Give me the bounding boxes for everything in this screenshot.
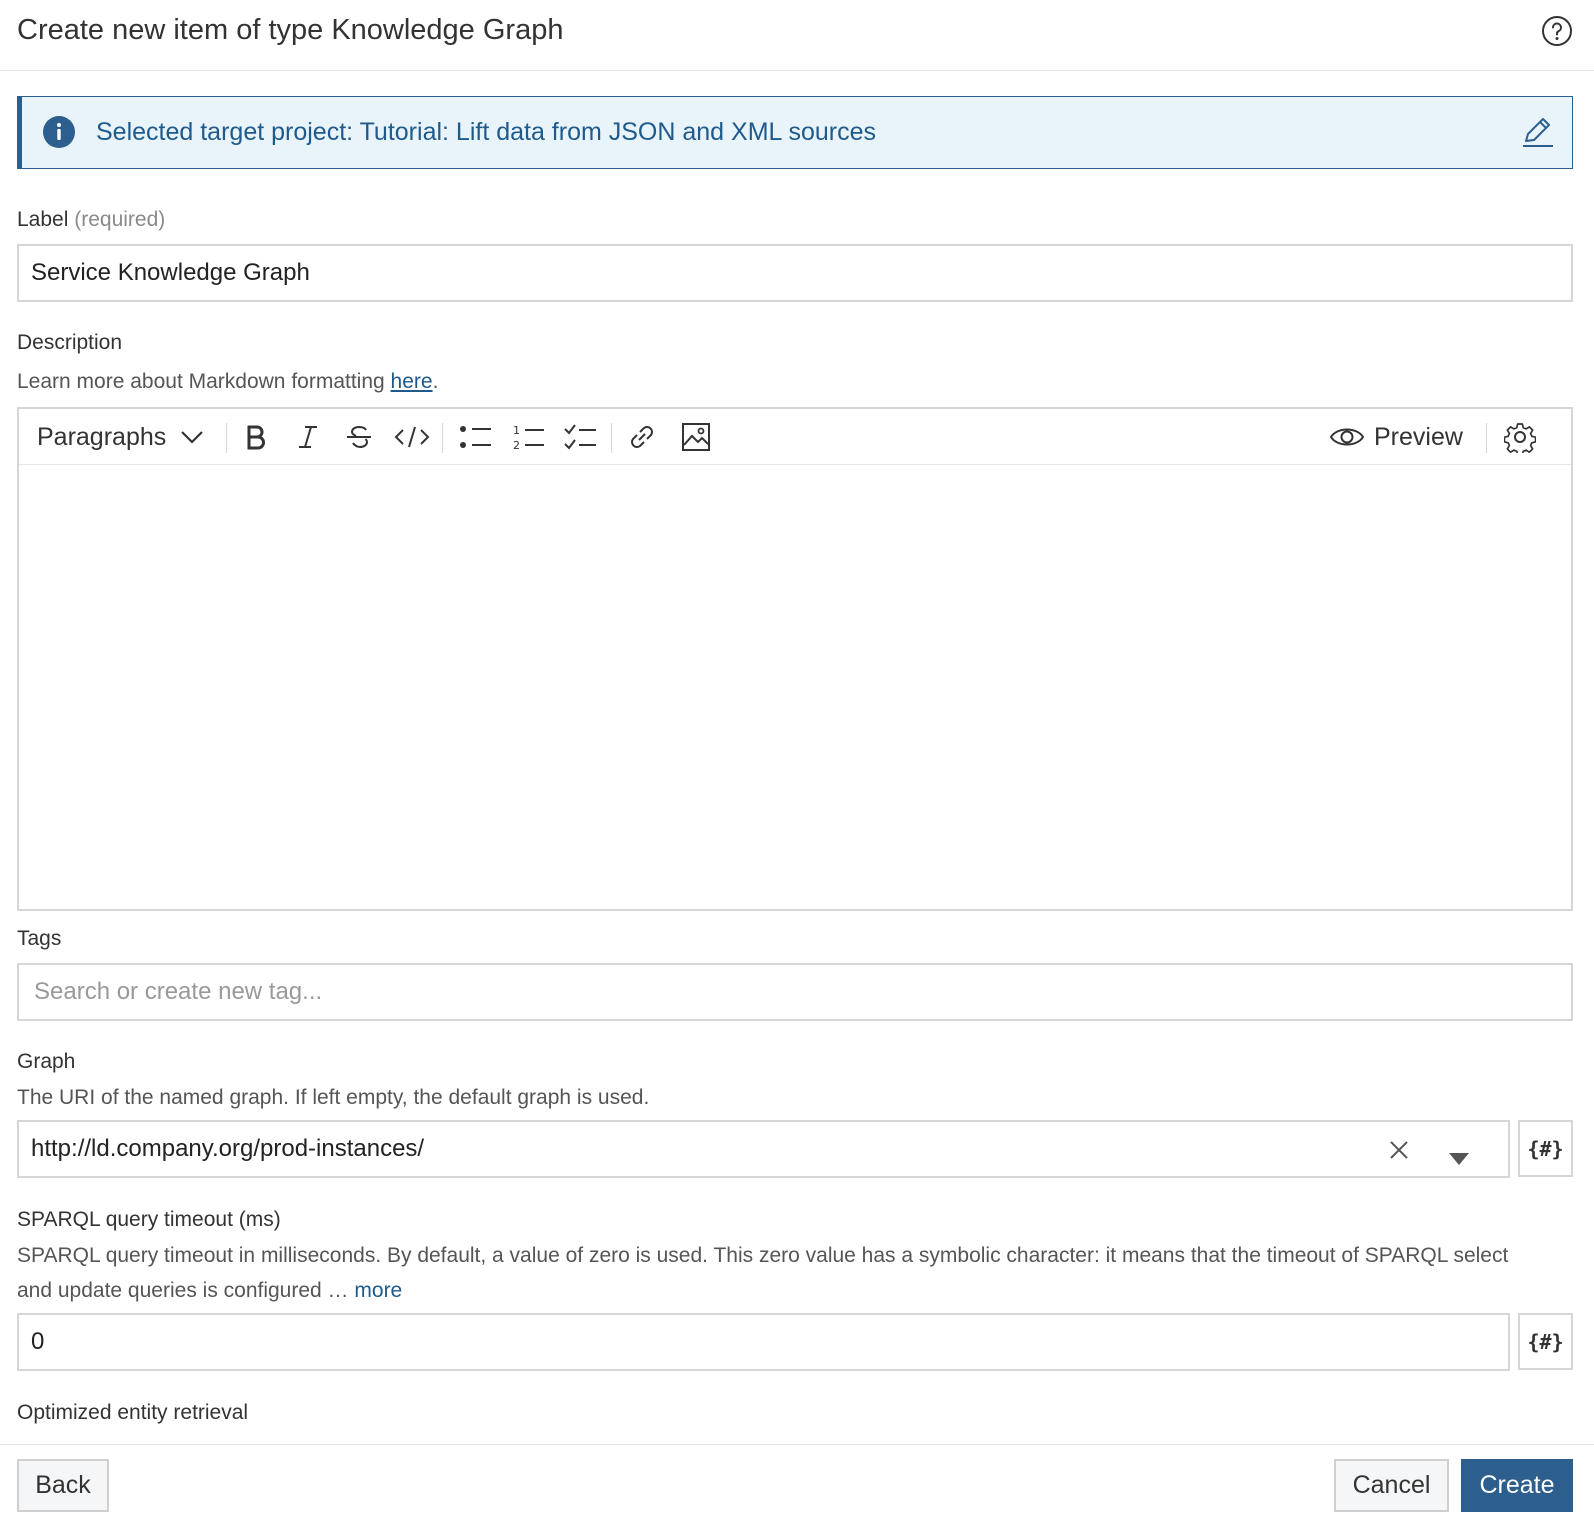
description-label: Description — [17, 331, 123, 354]
timeout-label: SPARQL query timeout (ms) — [17, 1208, 281, 1231]
timeout-help-line2: and update queries is configured … more — [17, 1273, 1573, 1308]
timeout-help-line1: SPARQL query timeout in milliseconds. By… — [17, 1244, 1509, 1267]
editor-content[interactable] — [19, 466, 1571, 909]
strikethrough-icon[interactable] — [341, 419, 377, 455]
gear-icon[interactable] — [1501, 419, 1539, 455]
create-button[interactable]: Create — [1461, 1459, 1573, 1512]
timeout-help: SPARQL query timeout in milliseconds. By… — [17, 1238, 1573, 1308]
cancel-button[interactable]: Cancel — [1334, 1459, 1449, 1512]
svg-text:2: 2 — [513, 439, 520, 451]
chevron-down-icon — [180, 430, 204, 444]
toolbar-divider — [611, 423, 612, 453]
optimized-entity-retrieval-label: Optimized entity retrieval — [17, 1401, 249, 1424]
toolbar-divider — [1486, 423, 1487, 453]
graph-uri-value: http://ld.company.org/prod-instances/ — [31, 1135, 425, 1162]
editor-toolbar: Paragraphs 12 Preview — [19, 409, 1571, 465]
help-circle-icon[interactable] — [1541, 15, 1573, 47]
timeout-help-line2-text: and update queries is configured … — [17, 1279, 355, 1302]
caret-down-icon[interactable] — [1449, 1144, 1469, 1172]
tags-search-input[interactable]: Search or create new tag... — [17, 963, 1573, 1021]
dialog-title: Create new item of type Knowledge Graph — [17, 14, 564, 46]
label-field-label: Label (required) — [17, 208, 165, 232]
code-icon[interactable] — [392, 419, 432, 455]
preview-label: Preview — [1374, 422, 1463, 451]
graph-help: The URI of the named graph. If left empt… — [17, 1086, 650, 1109]
markdown-editor[interactable]: Paragraphs 12 Preview — [17, 407, 1573, 911]
clear-icon[interactable] — [1389, 1139, 1409, 1167]
graph-variable-button[interactable]: {#} — [1518, 1120, 1573, 1177]
paragraph-format-label: Paragraphs — [37, 422, 167, 451]
label-input[interactable]: Service Knowledge Graph — [17, 244, 1573, 302]
required-hint: (required) — [74, 208, 166, 231]
graph-label: Graph — [17, 1050, 76, 1073]
target-project-notice: Selected target project: Tutorial: Lift … — [17, 96, 1573, 169]
back-button[interactable]: Back — [17, 1459, 109, 1512]
svg-text:1: 1 — [513, 424, 520, 437]
image-icon[interactable] — [678, 419, 714, 455]
bulleted-list-icon[interactable] — [456, 419, 496, 455]
description-help-suffix: . — [432, 370, 439, 393]
dialog-header: Create new item of type Knowledge Graph — [0, 0, 1594, 71]
markdown-help-link[interactable]: here — [391, 370, 433, 393]
preview-button[interactable]: Preview — [1330, 419, 1465, 455]
graph-uri-input[interactable]: http://ld.company.org/prod-instances/ — [17, 1120, 1510, 1178]
description-help: Learn more about Markdown formatting her… — [17, 368, 438, 396]
paragraph-format-select[interactable]: Paragraphs — [37, 419, 217, 455]
label-text: Label — [17, 208, 69, 231]
info-icon — [43, 116, 75, 148]
description-help-text: Learn more about Markdown formatting — [17, 370, 391, 393]
toolbar-divider — [442, 423, 443, 453]
timeout-variable-button[interactable]: {#} — [1518, 1313, 1573, 1370]
more-link[interactable]: more — [354, 1279, 402, 1302]
tags-label: Tags — [17, 927, 62, 950]
timeout-input[interactable]: 0 — [17, 1313, 1510, 1371]
link-icon[interactable] — [622, 419, 662, 455]
pencil-icon[interactable] — [1520, 115, 1554, 149]
bold-icon[interactable] — [238, 419, 274, 455]
notice-text: Selected target project: Tutorial: Lift … — [96, 118, 876, 146]
italic-icon[interactable] — [290, 419, 326, 455]
toolbar-divider — [226, 423, 227, 453]
checklist-icon[interactable] — [561, 419, 601, 455]
eye-icon — [1330, 425, 1364, 449]
numbered-list-icon[interactable]: 12 — [509, 419, 549, 455]
dialog-footer: Back Cancel Create — [0, 1444, 1594, 1525]
